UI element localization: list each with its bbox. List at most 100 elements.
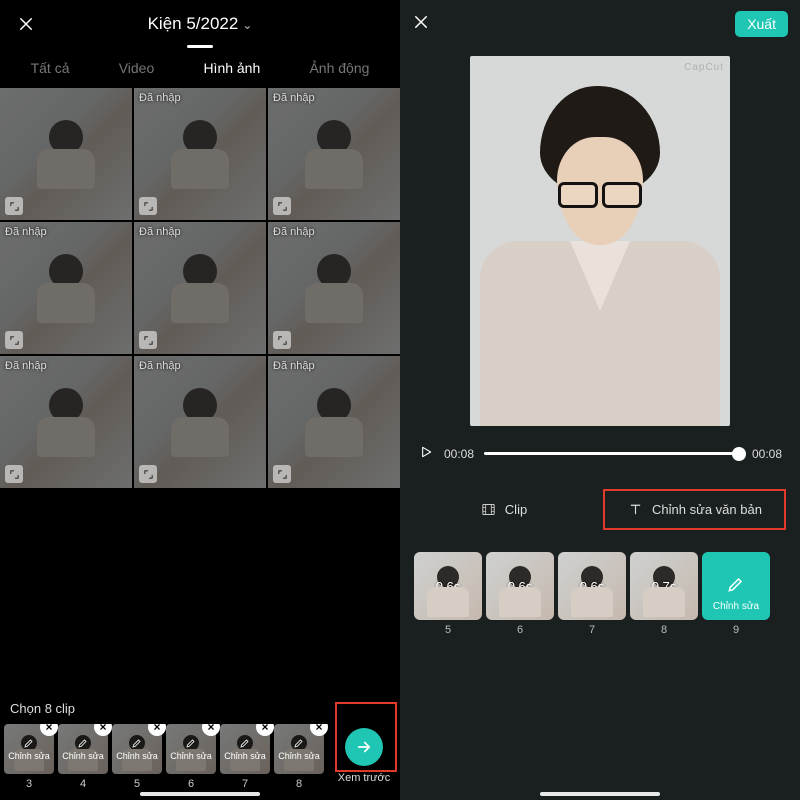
expand-icon [143,469,154,480]
tab-all[interactable]: Tất cả [29,56,72,80]
tool-clip[interactable]: Clip [414,489,593,530]
home-indicator [140,792,260,796]
timeline-knob[interactable] [732,447,746,461]
tool-text-label: Chỉnh sửa văn bản [652,502,762,517]
tray-clip[interactable]: Chỉnh sửa×8 [274,724,324,790]
imported-badge: Đã nhập [5,226,47,238]
media-cell[interactable]: Đã nhập [0,222,132,354]
expand-button[interactable] [139,197,157,215]
media-cell[interactable]: Đã nhập [134,222,266,354]
clip-index: 7 [589,624,595,636]
selection-bar: Chọn 8 clip Chỉnh sửa × 3 Chỉnh sửa×4 Ch… [0,691,400,800]
editor-screen: Xuất CapCut 00:08 00:08 Clip Chỉnh sửa v… [400,0,800,800]
clip-item[interactable]: 0.6s 7 [558,552,626,636]
media-cell[interactable]: Đã nhập [268,356,400,488]
clip-index: 7 [242,778,248,790]
imported-badge: Đã nhập [273,360,315,372]
text-icon [627,501,644,518]
tray-clip[interactable]: Chỉnh sửa×5 [112,724,162,790]
preview-button[interactable]: Xem trước [334,724,394,784]
remove-clip-button[interactable]: × [40,724,58,736]
imported-badge: Đã nhập [273,226,315,238]
clip-index: 3 [26,778,32,790]
clip-edit-label: Chỉnh sửa [116,751,158,761]
tab-image[interactable]: Hình ảnh [201,56,262,80]
clip-item[interactable]: 0.6s 5 [414,552,482,636]
remove-clip-button[interactable]: × [202,724,220,736]
media-cell[interactable]: Đã nhập [268,222,400,354]
expand-button[interactable] [273,197,291,215]
clip-edit-label: Chỉnh sửa [170,751,212,761]
tool-clip-label: Clip [505,502,527,517]
expand-button[interactable] [273,465,291,483]
play-icon [418,444,434,460]
clip-tray[interactable]: 0.6s 5 0.6s 6 0.6s 7 0.7s 8 Chỉnh sửa 9 [400,552,800,636]
expand-button[interactable] [5,465,23,483]
portrait-photo [470,56,730,426]
clip-thumbnail: 0.7s [630,552,698,620]
media-cell[interactable]: Đã nhập [0,356,132,488]
expand-icon [9,335,20,346]
imported-badge: Đã nhập [273,92,315,104]
tool-edit-text[interactable]: Chỉnh sửa văn bản [603,489,786,530]
remove-clip-button[interactable]: × [256,724,274,736]
clip-item[interactable]: 0.6s 6 [486,552,554,636]
expand-button[interactable] [273,331,291,349]
clip-duration: 0.6s [486,552,554,620]
media-cell[interactable]: Đã nhập [134,356,266,488]
tray-clip[interactable]: Chỉnh sửa×6 [166,724,216,790]
editor-header: Xuất [400,0,800,48]
clip-index: 9 [733,624,739,636]
expand-icon [277,469,288,480]
clip-edit-label: Chỉnh sửa [224,751,266,761]
arrow-right-icon [355,738,373,756]
pencil-icon [726,574,746,599]
tray-items[interactable]: Chỉnh sửa × 3 Chỉnh sửa×4 Chỉnh sửa×5 Ch… [4,724,330,790]
play-button[interactable] [418,444,434,463]
clip-index: 8 [296,778,302,790]
edit-icon [293,737,305,749]
selection-count: Chọn 8 clip [0,695,400,724]
tray-clip[interactable]: Chỉnh sửa×7 [220,724,270,790]
media-cell[interactable]: Đã nhập [268,88,400,220]
close-button[interactable] [14,12,38,36]
imported-badge: Đã nhập [139,226,181,238]
film-icon [480,501,497,518]
media-cell[interactable] [0,88,132,220]
tray-clip[interactable]: Chỉnh sửa × 3 [4,724,54,790]
clip-item-edit[interactable]: Chỉnh sửa 9 [702,552,770,636]
clip-index: 5 [134,778,140,790]
timeline-track[interactable] [484,452,742,455]
clip-item[interactable]: 0.7s 8 [630,552,698,636]
expand-button[interactable] [139,331,157,349]
expand-button[interactable] [139,465,157,483]
editor-toolbar: Clip Chỉnh sửa văn bản [414,489,786,530]
media-cell[interactable]: Đã nhập [134,88,266,220]
preview-stage[interactable]: CapCut [470,56,730,426]
edit-tile: Chỉnh sửa [702,552,770,620]
expand-button[interactable] [5,197,23,215]
clip-index: 6 [188,778,194,790]
imported-badge: Đã nhập [139,92,181,104]
tray-clip[interactable]: Chỉnh sửa×4 [58,724,108,790]
clip-duration: 0.7s [630,552,698,620]
expand-icon [143,335,154,346]
title-underline [187,45,213,48]
remove-clip-button[interactable]: × [94,724,112,736]
home-indicator [540,792,660,796]
edit-icon [239,737,251,749]
remove-clip-button[interactable]: × [310,724,328,736]
remove-clip-button[interactable]: × [148,724,166,736]
tab-gif[interactable]: Ảnh động [307,56,371,80]
clip-index: 8 [661,624,667,636]
clip-index: 6 [517,624,523,636]
media-picker-screen: Kiện 5/2022 ⌄ Tất cả Video Hình ảnh Ảnh … [0,0,400,800]
time-total: 00:08 [752,447,782,461]
tab-video[interactable]: Video [117,56,157,80]
expand-button[interactable] [5,331,23,349]
close-button[interactable] [412,13,430,36]
export-button[interactable]: Xuất [735,11,788,37]
album-dropdown[interactable]: Kiện 5/2022 ⌄ [148,14,253,34]
clip-thumbnail: 0.6s [414,552,482,620]
chevron-down-icon: ⌄ [242,18,252,32]
